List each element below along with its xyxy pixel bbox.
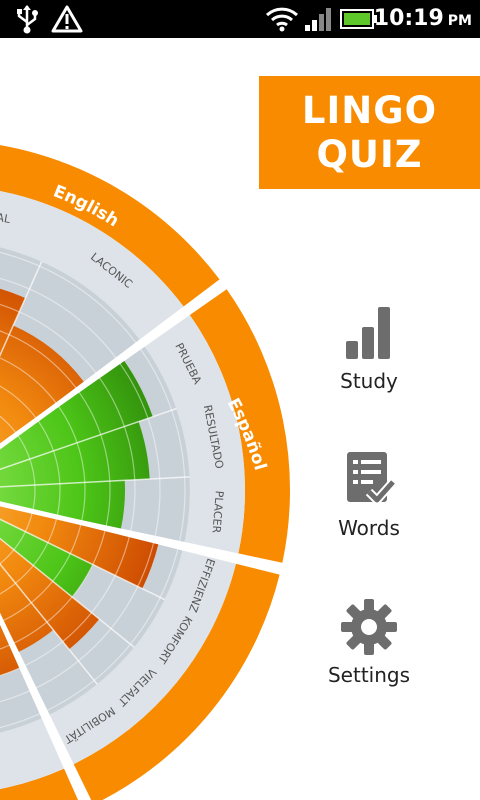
settings-button[interactable]: Settings — [309, 597, 429, 687]
clock-ampm: PM — [447, 13, 472, 29]
words-button[interactable]: Words — [309, 450, 429, 540]
study-label: Study — [340, 369, 398, 393]
settings-label: Settings — [327, 663, 411, 687]
bar-chart-icon — [346, 307, 390, 359]
study-button[interactable]: Study — [309, 303, 429, 393]
status-bar: 10:19 PM — [0, 0, 480, 38]
usb-icon — [14, 0, 40, 38]
app-title-line2: QUIZ — [316, 132, 423, 176]
language-wheel[interactable]: English Español Deutsch GLOBALLACONICPRU… — [0, 38, 300, 800]
battery-icon — [340, 0, 378, 38]
status-clock: 10:19 PM — [374, 0, 472, 38]
app-title-line1: LINGO — [301, 88, 438, 132]
checklist-icon — [347, 452, 397, 505]
gear-icon — [341, 599, 397, 655]
clock-time: 10:19 — [373, 6, 444, 31]
signal-icon — [302, 0, 336, 38]
wifi-icon — [264, 0, 300, 38]
warning-icon — [50, 0, 84, 38]
words-label: Words — [338, 516, 400, 540]
app-title-banner: LINGO QUIZ — [259, 76, 480, 189]
